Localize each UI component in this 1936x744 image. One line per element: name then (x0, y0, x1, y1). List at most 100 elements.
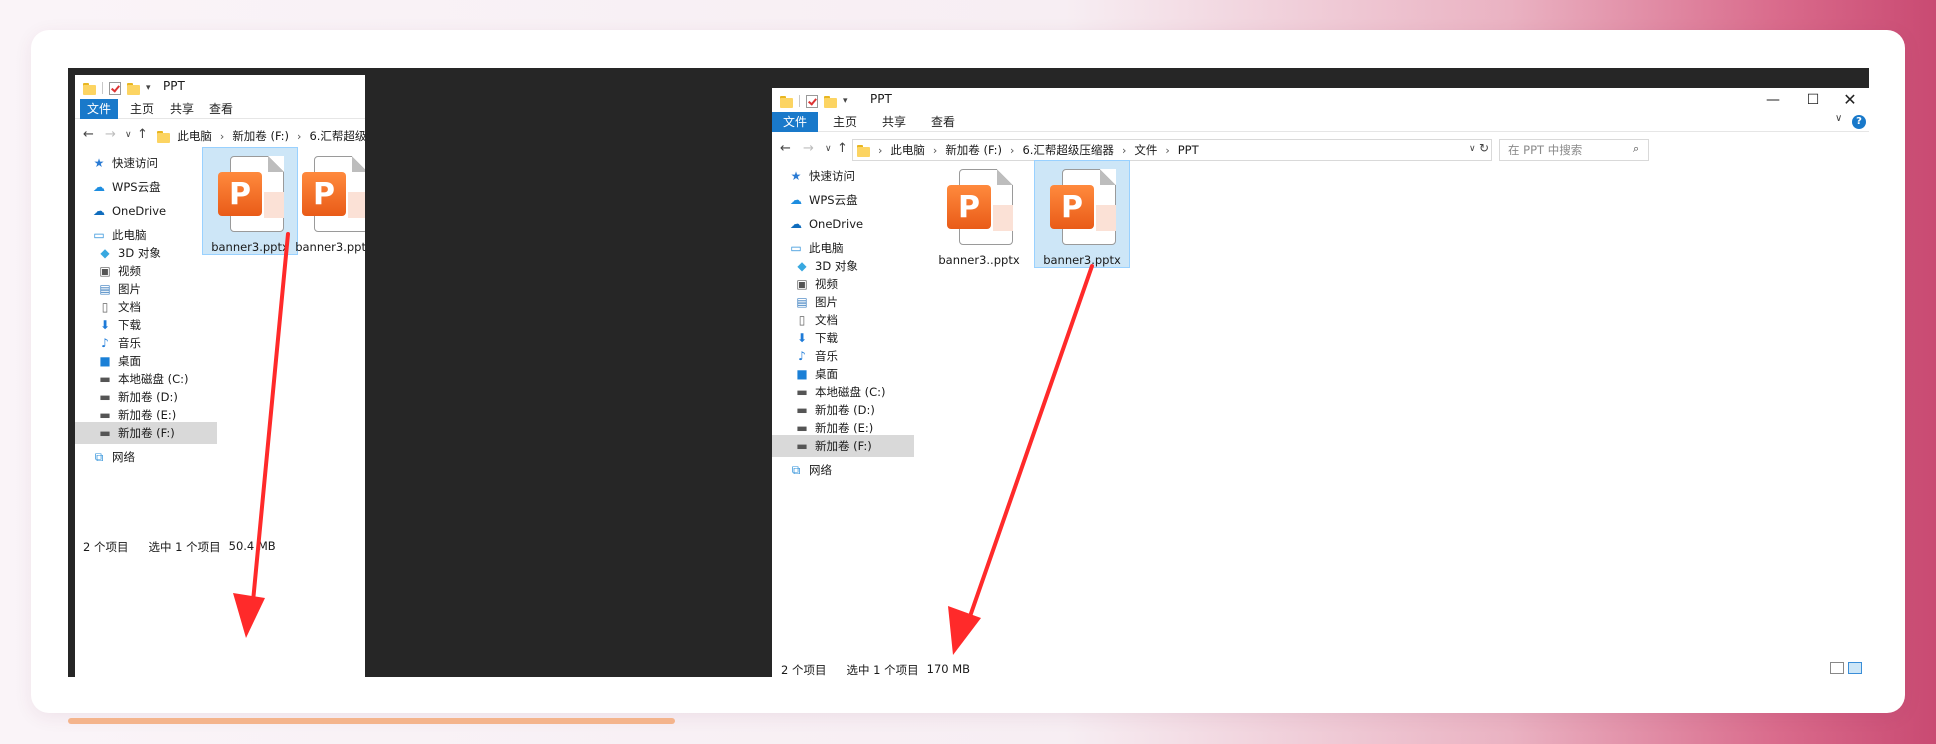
sidebar-item-drive-f[interactable]: ▬ 新加卷 (F:) (772, 435, 914, 457)
breadcrumb-compressor-folder[interactable]: 6.汇帮超级压缩器 (309, 128, 365, 144)
file-item[interactable]: P banner3..pptx (931, 161, 1027, 269)
local-disk-icon: ▬ (796, 385, 808, 399)
status-bar: 2 个项目 选中 1 个项目 50.4 MB (83, 539, 276, 555)
file-item-selected[interactable]: P banner3.pptx (1034, 160, 1130, 268)
recent-dropdown-icon[interactable]: ∨ (125, 130, 132, 140)
back-arrow-icon[interactable]: ← (83, 127, 94, 142)
folder-icon[interactable] (780, 95, 793, 108)
properties-icon[interactable] (109, 81, 121, 95)
video-icon: ▣ (99, 264, 111, 278)
breadcrumb-drive-f[interactable]: 新加卷 (F:) (232, 128, 289, 144)
large-icons-view-icon[interactable] (1848, 662, 1862, 674)
search-input[interactable]: 在 PPT 中搜索 (1499, 139, 1649, 161)
sidebar-item-wps-cloud[interactable]: ☁ WPS云盘 (75, 176, 217, 198)
toolbar-separator (102, 82, 103, 94)
folder-icon[interactable] (83, 82, 96, 95)
drive-icon: ▬ (796, 439, 808, 453)
cube-icon: ◆ (797, 259, 807, 273)
sidebar-item-label: 快速访问 (112, 156, 158, 170)
tab-view[interactable]: 查看 (928, 112, 958, 132)
up-arrow-icon[interactable]: ↑ (837, 141, 848, 156)
sidebar-item-label: 此电脑 (112, 228, 147, 242)
file-name: banner3.pptx (1043, 253, 1121, 267)
pptx-file-icon: P (298, 154, 365, 234)
sidebar-item-label: OneDrive (809, 217, 864, 231)
tab-share[interactable]: 共享 (879, 112, 909, 132)
sidebar-item-label: 本地磁盘 (C:) (118, 372, 189, 386)
file-name: banner3.pptx (295, 240, 365, 254)
sidebar-item-onedrive[interactable]: ☁ OneDrive (772, 213, 914, 235)
ribbon-tabs: 文件 主页 共享 查看 ∨ ? (772, 112, 1869, 132)
help-icon[interactable]: ? (1852, 115, 1866, 129)
drive-icon: ▬ (99, 408, 111, 422)
properties-icon[interactable] (806, 94, 818, 108)
tab-home[interactable]: 主页 (830, 112, 860, 132)
music-icon: ♪ (798, 349, 806, 363)
address-bar[interactable]: › 此电脑 › 新加卷 (F:) › 6.汇帮超级压缩器 › (153, 125, 365, 147)
recent-dropdown-icon[interactable]: ∨ (825, 144, 832, 154)
tab-file[interactable]: 文件 (772, 112, 818, 132)
download-icon: ⬇ (99, 318, 111, 332)
quick-access-toolbar: ▾ (780, 93, 848, 109)
sidebar-item-label: WPS云盘 (809, 193, 858, 207)
computer-icon: ▭ (93, 228, 105, 242)
new-folder-icon[interactable] (127, 82, 140, 95)
title-bar: ▾ PPT (75, 75, 365, 99)
explorer-window-left: ▾ PPT 文件 主页 共享 查看 ← → ∨ ↑ › 此电脑 › 新加卷 (F… (75, 75, 365, 677)
sidebar-item-label: 音乐 (815, 349, 838, 363)
breadcrumb-files-folder[interactable]: 文件 (1134, 142, 1157, 158)
item-count: 2 个项目 (781, 663, 827, 677)
selected-size: 50.4 MB (228, 539, 276, 553)
sidebar-item-onedrive[interactable]: ☁ OneDrive (75, 200, 217, 222)
sidebar-item-network[interactable]: ⧉ 网络 (75, 446, 217, 468)
customize-dropdown-icon[interactable]: ▾ (146, 83, 151, 93)
address-dropdown-icon[interactable]: ∨ (1469, 144, 1476, 154)
file-item[interactable]: P banner3.pptx (286, 148, 365, 256)
network-icon: ⧉ (791, 462, 801, 477)
selected-count: 选中 1 个项目 (846, 663, 919, 677)
breadcrumb-this-pc[interactable]: 此电脑 (890, 142, 925, 158)
breadcrumb-compressor-folder[interactable]: 6.汇帮超级压缩器 (1022, 142, 1113, 158)
sidebar-item-label: 桌面 (118, 354, 141, 368)
computer-icon: ▭ (790, 241, 802, 255)
status-bar: 2 个项目 选中 1 个项目 170 MB (781, 662, 970, 677)
sidebar-item-label: 3D 对象 (815, 259, 858, 273)
tab-file[interactable]: 文件 (80, 99, 118, 119)
tab-view[interactable]: 查看 (206, 99, 236, 119)
breadcrumb-ppt-folder[interactable]: PPT (1178, 143, 1199, 157)
tab-home[interactable]: 主页 (127, 99, 157, 119)
folder-icon (857, 144, 870, 157)
ribbon-expand-icon[interactable]: ∨ (1835, 113, 1842, 124)
tab-share[interactable]: 共享 (167, 99, 197, 119)
sidebar-item-wps-cloud[interactable]: ☁ WPS云盘 (772, 189, 914, 211)
sidebar-item-quick-access[interactable]: ★ 快速访问 (772, 165, 914, 187)
breadcrumb-this-pc[interactable]: 此电脑 (177, 128, 212, 144)
minimize-button[interactable]: — (1753, 90, 1793, 110)
file-name: banner3.pptx (211, 240, 289, 254)
sidebar-item-label: 此电脑 (809, 241, 844, 255)
close-button[interactable]: ✕ (1830, 90, 1869, 110)
sidebar-item-network[interactable]: ⧉ 网络 (772, 459, 914, 481)
maximize-button[interactable]: ☐ (1793, 90, 1833, 110)
sidebar-item-drive-f[interactable]: ▬ 新加卷 (F:) (75, 422, 217, 444)
sidebar-item-label: 网络 (112, 450, 135, 464)
file-item-selected[interactable]: P banner3.pptx (202, 147, 298, 255)
details-view-icon[interactable] (1830, 662, 1844, 674)
screenshot-stage: ▾ PPT 文件 主页 共享 查看 ← → ∨ ↑ › 此电脑 › 新加卷 (F… (68, 68, 1869, 677)
breadcrumb-separator: › (219, 129, 225, 143)
address-bar[interactable]: › 此电脑 › 新加卷 (F:) › 6.汇帮超级压缩器 › 文件 › PPT (852, 139, 1492, 161)
forward-arrow-icon[interactable]: → (803, 141, 814, 156)
desktop-icon: ■ (99, 354, 111, 368)
refresh-icon[interactable]: ↻ (1479, 141, 1489, 155)
back-arrow-icon[interactable]: ← (780, 141, 791, 156)
network-icon: ⧉ (94, 449, 104, 464)
customize-dropdown-icon[interactable]: ▾ (843, 96, 848, 106)
sidebar-item-label: 新加卷 (D:) (118, 390, 178, 404)
sidebar-item-label: 文档 (118, 300, 141, 314)
search-icon[interactable]: ⌕ (1633, 142, 1639, 156)
forward-arrow-icon[interactable]: → (105, 127, 116, 142)
breadcrumb-drive-f[interactable]: 新加卷 (F:) (945, 142, 1002, 158)
new-folder-icon[interactable] (824, 95, 837, 108)
up-arrow-icon[interactable]: ↑ (137, 127, 148, 142)
sidebar-item-quick-access[interactable]: ★ 快速访问 (75, 152, 217, 174)
